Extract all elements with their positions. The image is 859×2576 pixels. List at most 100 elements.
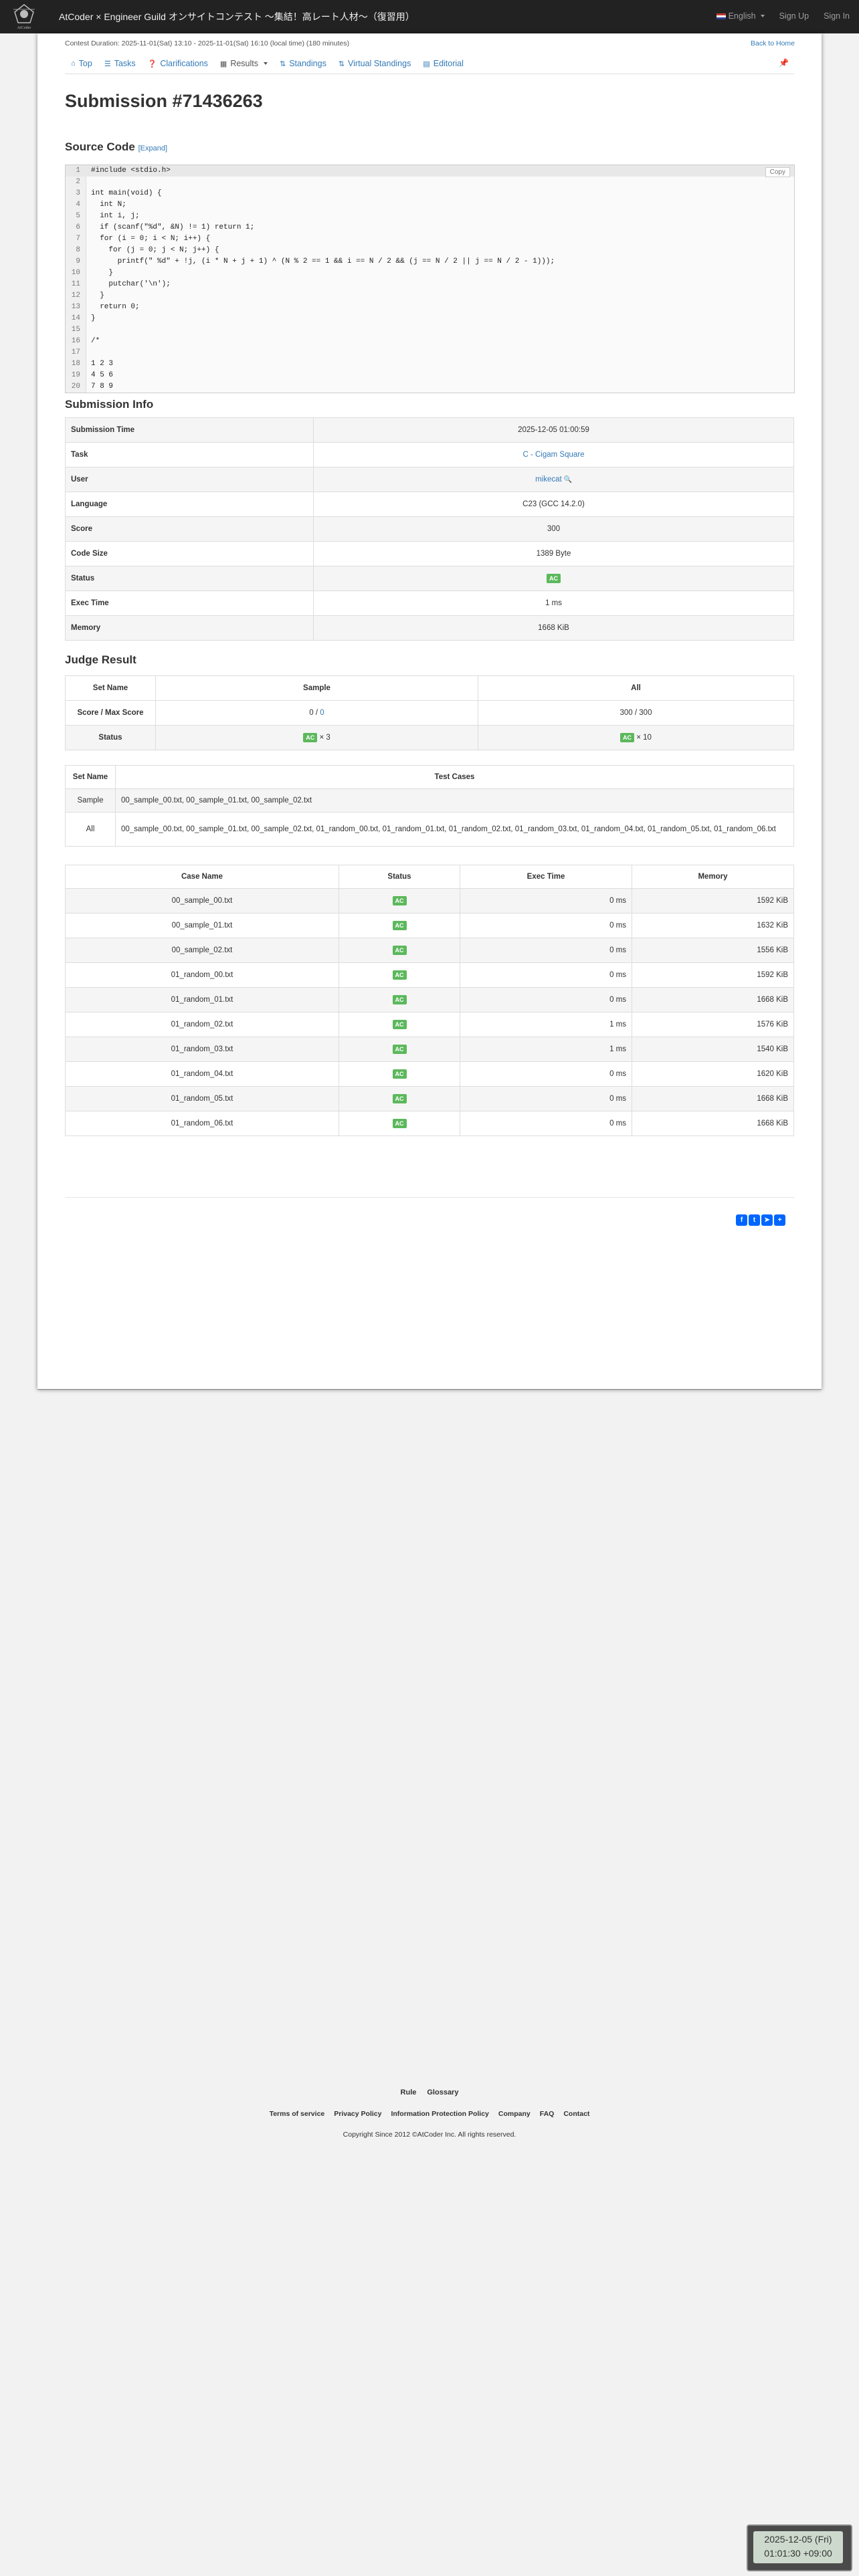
col-sample: Sample bbox=[155, 675, 478, 701]
memory-cell: 1668 KiB bbox=[632, 987, 794, 1012]
table-row: 01_random_04.txt AC 0 ms 1620 KiB bbox=[65, 1061, 794, 1087]
page-title: Submission #71436263 bbox=[65, 91, 263, 111]
case-name-cell: 01_random_01.txt bbox=[65, 987, 339, 1012]
line-number: 5 bbox=[76, 212, 80, 220]
code-line: 16 /* bbox=[66, 336, 794, 347]
submission-info-heading: Submission Info bbox=[65, 398, 154, 411]
memory: 1668 KiB bbox=[757, 996, 788, 1004]
case-name: 00_sample_01.txt bbox=[171, 922, 233, 930]
footer-link[interactable]: Terms of service bbox=[270, 2110, 325, 2118]
table-row: 01_random_01.txt AC 0 ms 1668 KiB bbox=[65, 987, 794, 1012]
set-cases-all: 00_sample_00.txt, 00_sample_01.txt, 00_s… bbox=[115, 812, 794, 847]
ac-badge: AC bbox=[392, 1045, 407, 1054]
footer-link[interactable]: Company bbox=[498, 2110, 531, 2118]
source-code-heading: Source Code [Expand] bbox=[65, 140, 167, 154]
info-value-cell: 300 bbox=[313, 516, 794, 542]
info-row: User mikecat 🔍 bbox=[65, 467, 794, 492]
info-value-cell: 2025-12-05 01:00:59 bbox=[313, 417, 794, 443]
all-status: AC × 10 bbox=[478, 725, 794, 750]
line-number: 9 bbox=[76, 257, 80, 265]
code-text: if (scanf("%d", &N) != 1) return 1; bbox=[91, 223, 255, 231]
back-to-home-link[interactable]: Back to Home bbox=[751, 39, 795, 47]
contest-brand-link[interactable]: AtCoder × Engineer Guild オンサイトコンテスト ～集結！… bbox=[59, 10, 415, 23]
tab-label: Virtual Standings bbox=[348, 59, 411, 68]
code-line: 1 #include <stdio.h> bbox=[66, 165, 794, 177]
tab-standings[interactable]: ⇅ Standings bbox=[274, 53, 332, 74]
memory-cell: 1592 KiB bbox=[632, 888, 794, 914]
footer-link[interactable]: Contact bbox=[563, 2110, 589, 2118]
top-navbar: AtCoder AtCoder × Engineer Guild オンサイトコン… bbox=[0, 0, 859, 33]
atcoder-logo[interactable]: AtCoder bbox=[8, 3, 40, 31]
tab-label: Clarifications bbox=[160, 59, 208, 68]
footer-link[interactable]: Rule bbox=[401, 2088, 417, 2097]
code-text: printf(" %d" + !j, (i * N + j + 1) ^ (N … bbox=[91, 257, 555, 265]
footer-link[interactable]: FAQ bbox=[540, 2110, 555, 2118]
tab-clarifications[interactable]: ❓ Clarifications bbox=[142, 53, 214, 74]
info-link[interactable]: mikecat bbox=[535, 475, 562, 484]
code-line: 18 1 2 3 bbox=[66, 358, 794, 370]
code-text: } bbox=[91, 292, 104, 300]
copy-button[interactable]: Copy bbox=[765, 167, 790, 177]
footer-link[interactable]: Information Protection Policy bbox=[391, 2110, 488, 2118]
telegram-share-icon[interactable]: ➤ bbox=[761, 1214, 773, 1226]
twitter-share-icon[interactable]: t bbox=[749, 1214, 760, 1226]
sort-icon: ⇅ bbox=[338, 60, 345, 68]
info-row: Score 300 bbox=[65, 516, 794, 542]
ac-badge: AC bbox=[547, 574, 561, 583]
ac-badge: AC bbox=[392, 1119, 407, 1128]
share-plus-icon[interactable]: + bbox=[774, 1214, 785, 1226]
book-icon: ▤ bbox=[423, 60, 430, 68]
language-dropdown[interactable]: English bbox=[716, 11, 765, 21]
code-line: 12 } bbox=[66, 290, 794, 302]
search-icon[interactable]: 🔍 bbox=[562, 476, 571, 484]
all-score: 300 / 300 bbox=[478, 700, 794, 726]
code-text: for (i = 0; i < N; i++) { bbox=[91, 235, 211, 243]
col-set-name: Set Name bbox=[65, 675, 156, 701]
line-number: 1 bbox=[76, 167, 80, 175]
tab-label: Tasks bbox=[114, 59, 136, 68]
judge-summary-table: Set Name Sample All Score / Max Score 0 … bbox=[65, 675, 794, 750]
exec-time: 1 ms bbox=[609, 1045, 626, 1053]
exec-time-cell: 1 ms bbox=[460, 1037, 632, 1062]
tab-top[interactable]: ⌂ Top bbox=[65, 53, 98, 74]
info-value: C23 (GCC 14.2.0) bbox=[522, 500, 585, 508]
judge-result-heading: Judge Result bbox=[65, 653, 136, 666]
col-set-name: Set Name bbox=[65, 765, 116, 789]
case-name: 00_sample_02.txt bbox=[171, 946, 233, 954]
sign-in-link[interactable]: Sign In bbox=[824, 11, 850, 21]
case-name-cell: 01_random_00.txt bbox=[65, 962, 339, 988]
memory-cell: 1668 KiB bbox=[632, 1086, 794, 1111]
footer-link[interactable]: Glossary bbox=[427, 2088, 458, 2097]
ac-badge-cell: AC bbox=[339, 987, 460, 1012]
tab-label: Results bbox=[230, 59, 258, 68]
ac-badge: AC bbox=[392, 995, 407, 1004]
tab-results[interactable]: ▦ Results bbox=[214, 53, 274, 74]
sign-up-link[interactable]: Sign Up bbox=[779, 11, 809, 21]
info-link[interactable]: C - Cigam Square bbox=[522, 451, 584, 459]
info-value-cell: 1 ms bbox=[313, 591, 794, 616]
ac-badge-cell: AC bbox=[339, 1012, 460, 1037]
exec-time-cell: 0 ms bbox=[460, 913, 632, 938]
ac-badge: AC bbox=[303, 733, 318, 742]
tab-tasks[interactable]: ☰ Tasks bbox=[98, 53, 142, 74]
case-name: 01_random_00.txt bbox=[171, 971, 233, 979]
col-test-cases: Test Cases bbox=[115, 765, 794, 789]
expand-link[interactable]: [Expand] bbox=[138, 144, 167, 152]
tab-label: Standings bbox=[289, 59, 326, 68]
case-name: 01_random_01.txt bbox=[171, 996, 233, 1004]
code-text: return 0; bbox=[91, 303, 140, 311]
line-number: 16 bbox=[71, 337, 80, 345]
tab-editorial[interactable]: ▤ Editorial bbox=[417, 53, 470, 74]
pin-icon[interactable]: 📌 bbox=[779, 58, 789, 68]
code-text: int main(void) { bbox=[91, 189, 162, 197]
footer-link[interactable]: Privacy Policy bbox=[334, 2110, 381, 2118]
ac-badge: AC bbox=[392, 1094, 407, 1103]
exec-time-cell: 0 ms bbox=[460, 1086, 632, 1111]
tab-virtual-standings[interactable]: ⇅ Virtual Standings bbox=[332, 53, 417, 74]
col-exec-time: Exec Time bbox=[460, 865, 632, 889]
ac-badge-cell: AC bbox=[339, 1111, 460, 1136]
table-row: 00_sample_01.txt AC 0 ms 1632 KiB bbox=[65, 913, 794, 938]
info-key: Score bbox=[65, 516, 314, 542]
clock-time: 01:01:30 +09:00 bbox=[764, 2548, 832, 2559]
facebook-share-icon[interactable]: f bbox=[736, 1214, 747, 1226]
